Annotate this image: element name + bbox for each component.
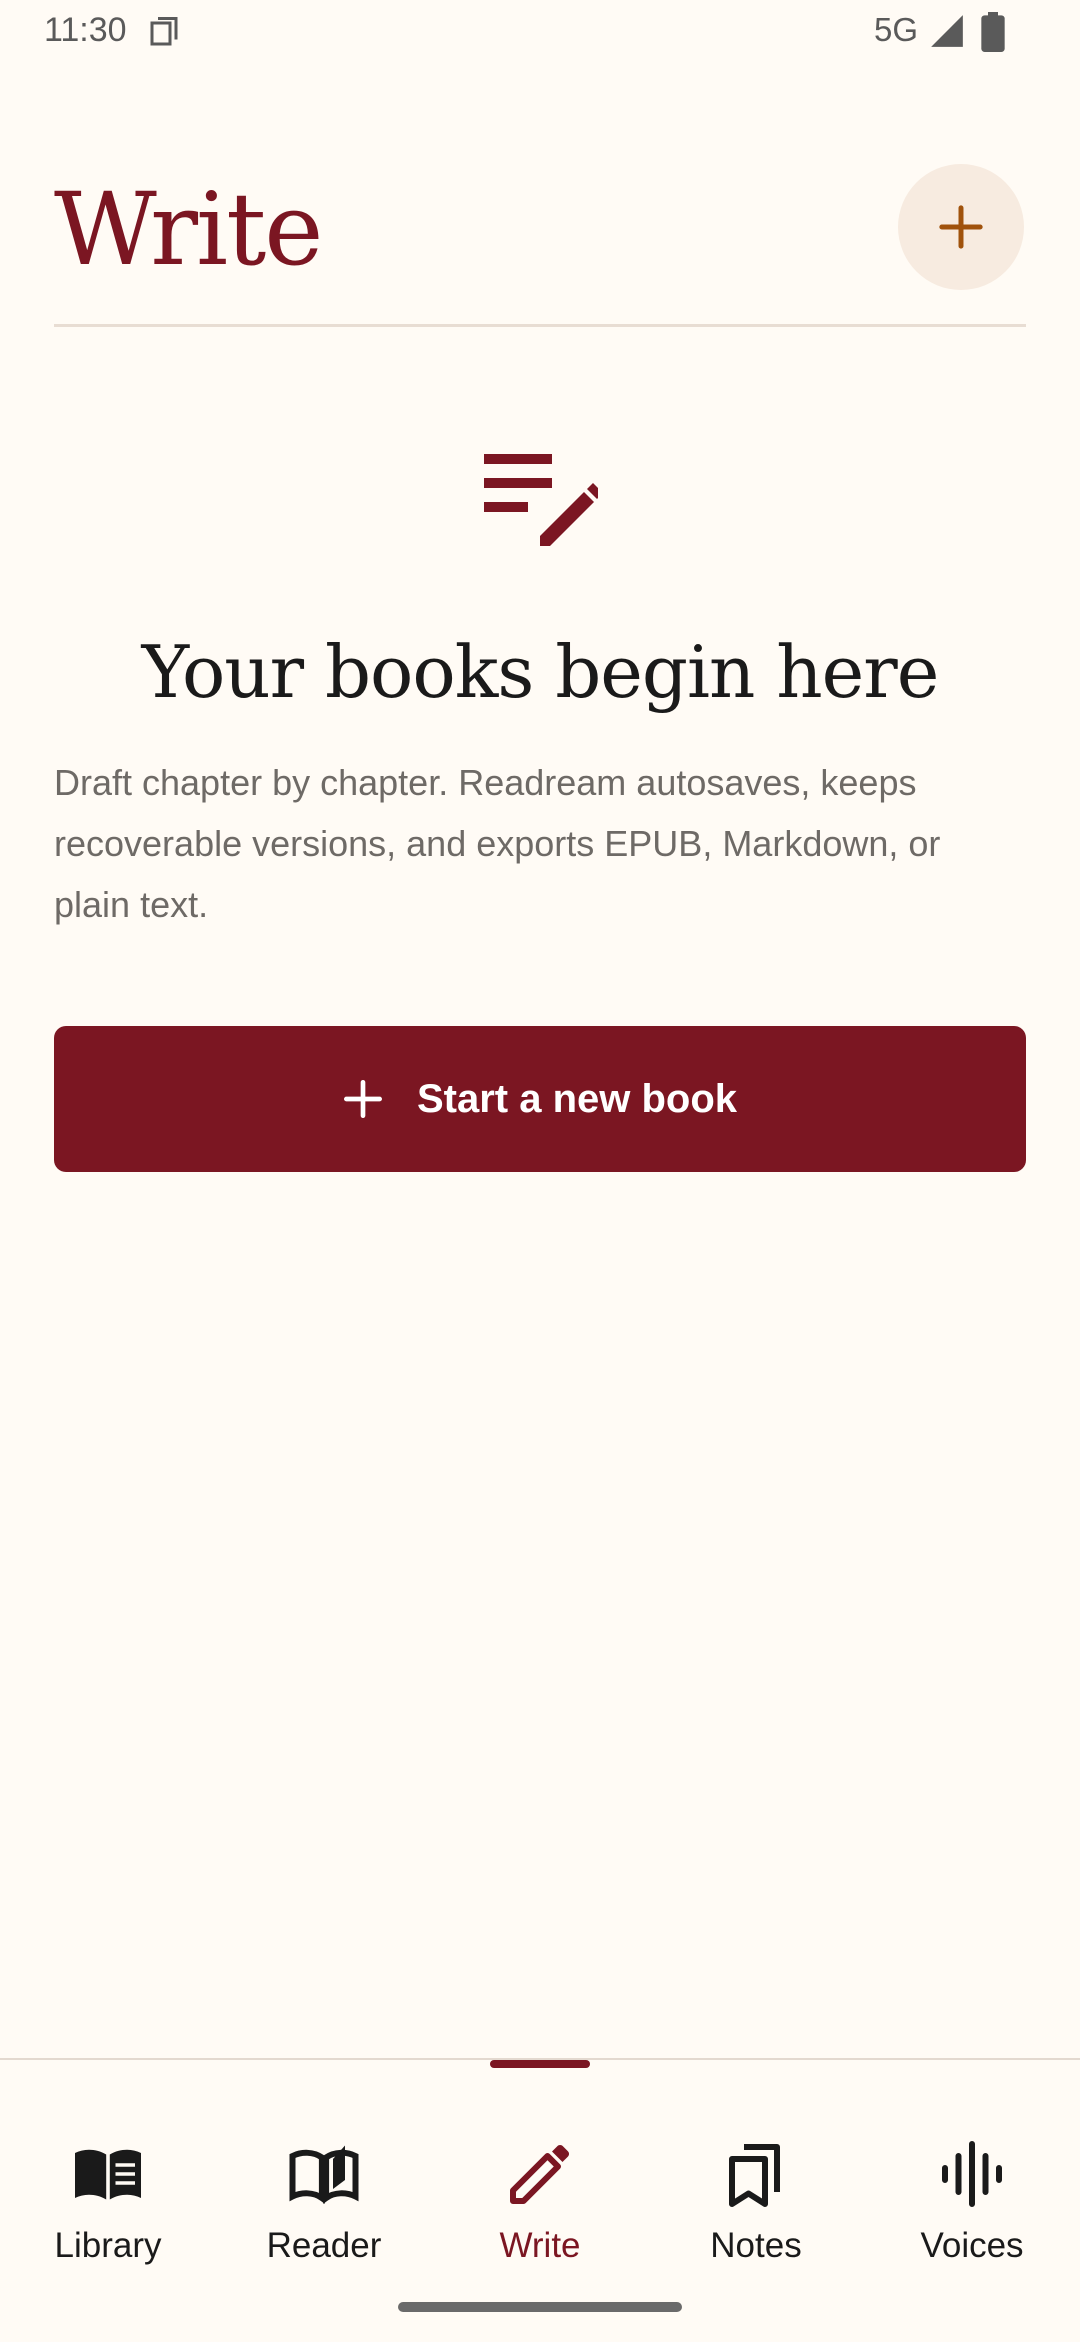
nav-item-write[interactable]: Write (432, 2100, 648, 2270)
bookmarks-icon (729, 2144, 780, 2207)
battery-icon (981, 12, 1005, 52)
nav-item-label: Notes (710, 2226, 802, 2265)
status-bar: 11:30 5G (0, 0, 1080, 64)
nav-item-voices[interactable]: Voices (864, 2100, 1080, 2270)
start-new-book-label: Start a new book (416, 1076, 738, 1121)
bottom-navigation: Library Reader Write Notes Voices (0, 2058, 1080, 2342)
sim-card-icon (150, 17, 178, 46)
nav-item-label: Voices (920, 2226, 1024, 2265)
nav-item-reader[interactable]: Reader (216, 2100, 432, 2270)
nav-item-library[interactable]: Library (0, 2100, 216, 2270)
network-type: 5G (874, 11, 919, 48)
page-title: Write (54, 171, 323, 288)
home-indicator[interactable] (398, 2302, 682, 2312)
plus-icon (343, 1080, 382, 1118)
empty-state-description: Draft chapter by chapter. Readream autos… (54, 762, 941, 925)
pencil-icon (510, 2144, 570, 2204)
edit-note-icon (484, 454, 598, 546)
nav-item-label: Library (54, 2226, 162, 2265)
book-reader-icon (289, 2145, 359, 2204)
signal-icon (931, 15, 963, 47)
add-button[interactable] (898, 164, 1024, 290)
nav-item-label: Reader (266, 2226, 382, 2265)
status-time: 11:30 (44, 11, 127, 49)
empty-state-title: Your books begin here (141, 630, 940, 714)
nav-item-label: Write (499, 2226, 581, 2265)
active-tab-indicator (490, 2060, 590, 2068)
book-open-filled-icon (75, 2149, 141, 2200)
header-divider (54, 324, 1026, 327)
audio-wave-icon (942, 2141, 1002, 2207)
plus-icon (939, 205, 983, 249)
nav-item-notes[interactable]: Notes (648, 2100, 864, 2270)
start-new-book-button[interactable]: Start a new book (54, 1026, 1026, 1172)
